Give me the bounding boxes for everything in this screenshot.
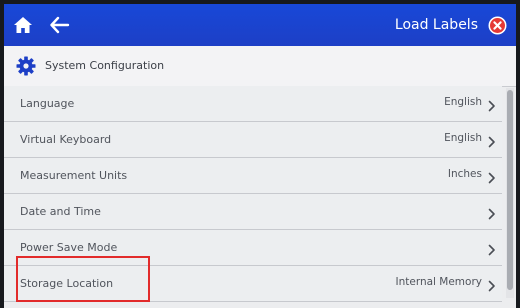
- setting-label: Measurement Units: [20, 169, 128, 182]
- section-title: System Configuration: [45, 59, 165, 72]
- setting-label: Storage Location: [20, 277, 114, 290]
- chevron-right-icon: [488, 241, 496, 256]
- settings-list: Language English Virtual Keyboard Englis…: [4, 86, 502, 302]
- section-header: System Configuration: [4, 46, 516, 87]
- setting-row-virtual-keyboard[interactable]: Virtual Keyboard English: [4, 122, 502, 158]
- setting-label: Power Save Mode: [20, 241, 118, 254]
- gear-icon: [16, 56, 36, 76]
- setting-row-date-and-time[interactable]: Date and Time: [4, 194, 502, 230]
- setting-value: Inches: [447, 168, 482, 180]
- setting-label: Virtual Keyboard: [20, 133, 112, 146]
- setting-value: English: [444, 132, 482, 144]
- setting-row-language[interactable]: Language English: [4, 86, 502, 122]
- chevron-right-icon: [488, 97, 496, 112]
- setting-row-power-save-mode[interactable]: Power Save Mode: [4, 230, 502, 266]
- back-arrow-icon[interactable]: [50, 16, 70, 34]
- chevron-right-icon: [488, 169, 496, 184]
- home-icon[interactable]: [13, 15, 33, 35]
- setting-row-measurement-units[interactable]: Measurement Units Inches: [4, 158, 502, 194]
- page-title: Load Labels: [394, 17, 478, 33]
- scrollbar-thumb[interactable]: [507, 90, 513, 290]
- chevron-right-icon: [488, 133, 496, 148]
- top-bar: Load Labels: [4, 4, 516, 46]
- device-bezel: Load Labels System Configuration Languag…: [0, 0, 520, 308]
- setting-value: Internal Memory: [395, 276, 482, 288]
- chevron-right-icon: [488, 205, 496, 220]
- chevron-right-icon: [488, 277, 496, 292]
- close-icon[interactable]: [488, 16, 507, 35]
- setting-label: Date and Time: [20, 205, 101, 218]
- setting-value: English: [444, 96, 482, 108]
- display-screen: Load Labels System Configuration Languag…: [4, 4, 516, 308]
- setting-label: Language: [20, 97, 75, 110]
- setting-row-storage-location[interactable]: Storage Location Internal Memory: [4, 266, 502, 302]
